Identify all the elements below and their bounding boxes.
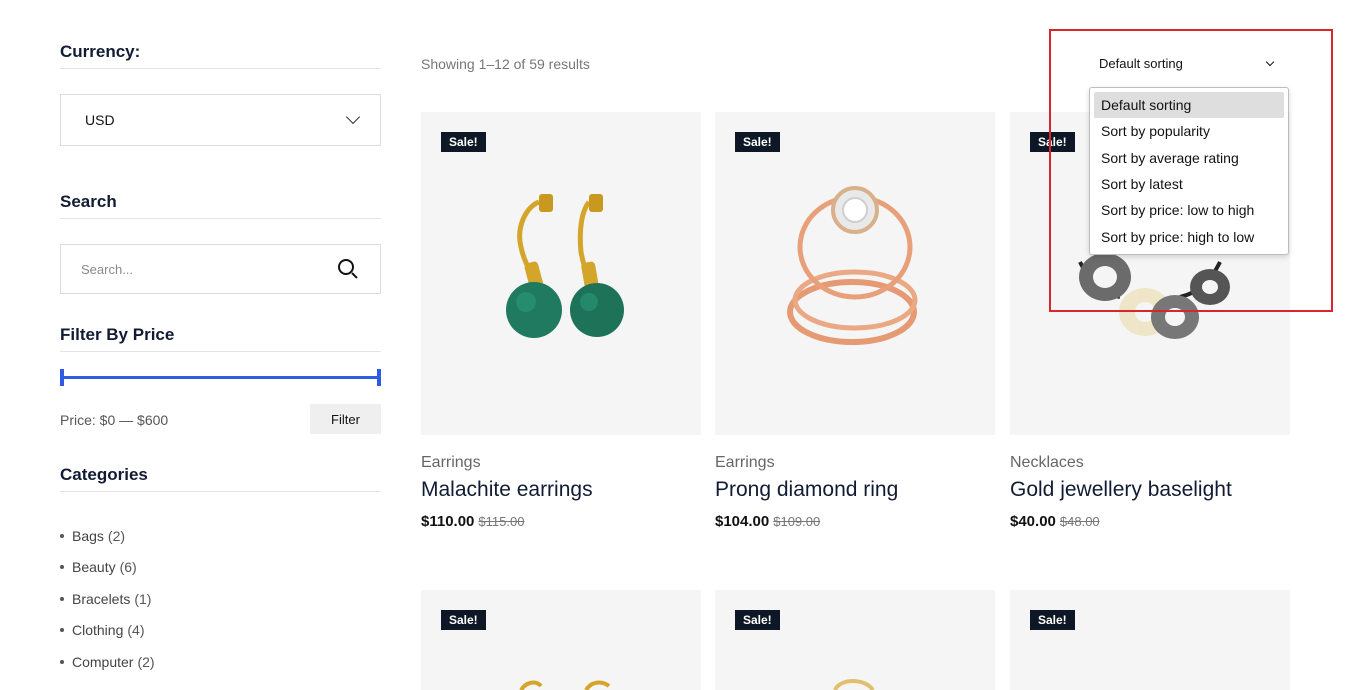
price-range-track xyxy=(62,376,379,379)
category-item[interactable]: Beauty (6) xyxy=(60,552,155,584)
product-card[interactable]: Sale! xyxy=(1010,590,1290,690)
currency-select[interactable]: USD xyxy=(60,94,381,146)
search-icon[interactable] xyxy=(338,259,358,279)
product-thumbnail xyxy=(519,680,611,690)
bullet-icon xyxy=(60,596,64,601)
product-card[interactable]: Sale! Earrings Prong diamond ring $104.0… xyxy=(715,112,995,542)
result-count: Showing 1–12 of 59 results xyxy=(421,56,590,72)
bullet-icon xyxy=(60,659,64,664)
sort-dropdown-menu: Default sorting Sort by popularity Sort … xyxy=(1089,87,1289,255)
old-price: $48.00 xyxy=(1059,514,1100,529)
bullet-icon xyxy=(60,533,64,538)
sale-badge: Sale! xyxy=(735,610,780,630)
price-range-slider[interactable] xyxy=(60,368,381,386)
product-category[interactable]: Earrings xyxy=(715,454,775,472)
old-price: $115.00 xyxy=(478,514,525,529)
product-image[interactable] xyxy=(715,112,995,435)
currency-title: Currency: xyxy=(60,42,381,69)
current-price: $104.00 xyxy=(715,513,770,530)
product-title[interactable]: Gold jewellery baselight xyxy=(1010,478,1232,502)
category-item[interactable]: Computer (2) xyxy=(60,646,155,678)
product-price: $40.00 $48.00 xyxy=(1010,513,1100,530)
product-image[interactable] xyxy=(421,590,701,690)
filter-button[interactable]: Filter xyxy=(310,404,381,434)
product-card[interactable]: Sale! xyxy=(715,590,995,690)
category-list: Bags (2) Beauty (6) Bracelets (1) Clothing(… xyxy=(60,520,155,678)
chevron-down-icon xyxy=(1265,57,1275,66)
sort-option-price-desc[interactable]: Sort by price: high to low xyxy=(1094,223,1284,249)
price-range-label: Price: $0 — $600 xyxy=(60,412,169,428)
sale-badge: Sale! xyxy=(441,610,486,630)
product-title[interactable]: Malachite earrings xyxy=(421,478,593,502)
current-price: $40.00 xyxy=(1010,513,1056,530)
sort-option-default[interactable]: Default sorting xyxy=(1094,92,1284,119)
search-input[interactable] xyxy=(81,261,301,277)
category-name[interactable]: Bracelets xyxy=(72,591,130,607)
product-title[interactable]: Prong diamond ring xyxy=(715,478,898,502)
bullet-icon xyxy=(60,628,64,633)
product-image[interactable] xyxy=(715,590,995,690)
price-max-handle[interactable] xyxy=(377,369,381,386)
category-count: (6) xyxy=(119,559,137,576)
sort-option-popularity[interactable]: Sort by popularity xyxy=(1094,118,1284,144)
product-image[interactable] xyxy=(421,112,701,435)
ring-image xyxy=(787,186,918,345)
product-card[interactable]: Sale! xyxy=(421,590,701,690)
sort-select[interactable]: Default sorting xyxy=(1099,56,1277,71)
sale-badge: Sale! xyxy=(735,132,780,152)
currency-value: USD xyxy=(85,112,115,128)
product-price: $110.00 $115.00 xyxy=(421,513,524,530)
earrings-image xyxy=(506,194,624,338)
category-name[interactable]: Computer xyxy=(72,654,133,670)
current-price: $110.00 xyxy=(421,513,475,530)
sort-option-latest[interactable]: Sort by latest xyxy=(1094,171,1284,197)
old-price: $109.00 xyxy=(773,514,821,529)
category-name[interactable]: Bags xyxy=(72,528,104,544)
category-count: (4) xyxy=(127,622,145,639)
category-name[interactable]: Beauty xyxy=(72,559,116,575)
category-name[interactable]: Clothing xyxy=(72,622,123,638)
sort-option-rating[interactable]: Sort by average rating xyxy=(1094,145,1284,171)
categories-title: Categories xyxy=(60,465,381,492)
sale-badge: Sale! xyxy=(441,132,486,152)
sort-selected-value: Default sorting xyxy=(1099,56,1183,71)
price-min-handle[interactable] xyxy=(60,369,64,386)
product-card[interactable]: Sale! Earrings Malachite earrings $110.0… xyxy=(421,112,701,542)
product-thumbnail xyxy=(833,679,875,690)
filter-by-price-title: Filter By Price xyxy=(60,325,381,352)
sort-option-price-asc[interactable]: Sort by price: low to high xyxy=(1094,197,1284,223)
product-image[interactable] xyxy=(1010,590,1290,690)
sale-badge: Sale! xyxy=(1030,610,1075,630)
chevron-down-icon xyxy=(345,109,361,125)
product-price: $104.00 $109.00 xyxy=(715,513,820,530)
product-category[interactable]: Earrings xyxy=(421,454,481,472)
bullet-icon xyxy=(60,565,64,570)
sale-badge: Sale! xyxy=(1030,132,1075,152)
category-item[interactable]: Bags (2) xyxy=(60,520,155,552)
search-title: Search xyxy=(60,192,381,219)
product-category[interactable]: Necklaces xyxy=(1010,454,1084,472)
category-count: (1) xyxy=(134,590,152,607)
category-count: (2) xyxy=(137,653,155,670)
category-count: (2) xyxy=(107,527,126,544)
search-field xyxy=(60,244,381,294)
category-item[interactable]: Bracelets (1) xyxy=(60,583,155,615)
category-item[interactable]: Clothing (4) xyxy=(60,615,155,647)
